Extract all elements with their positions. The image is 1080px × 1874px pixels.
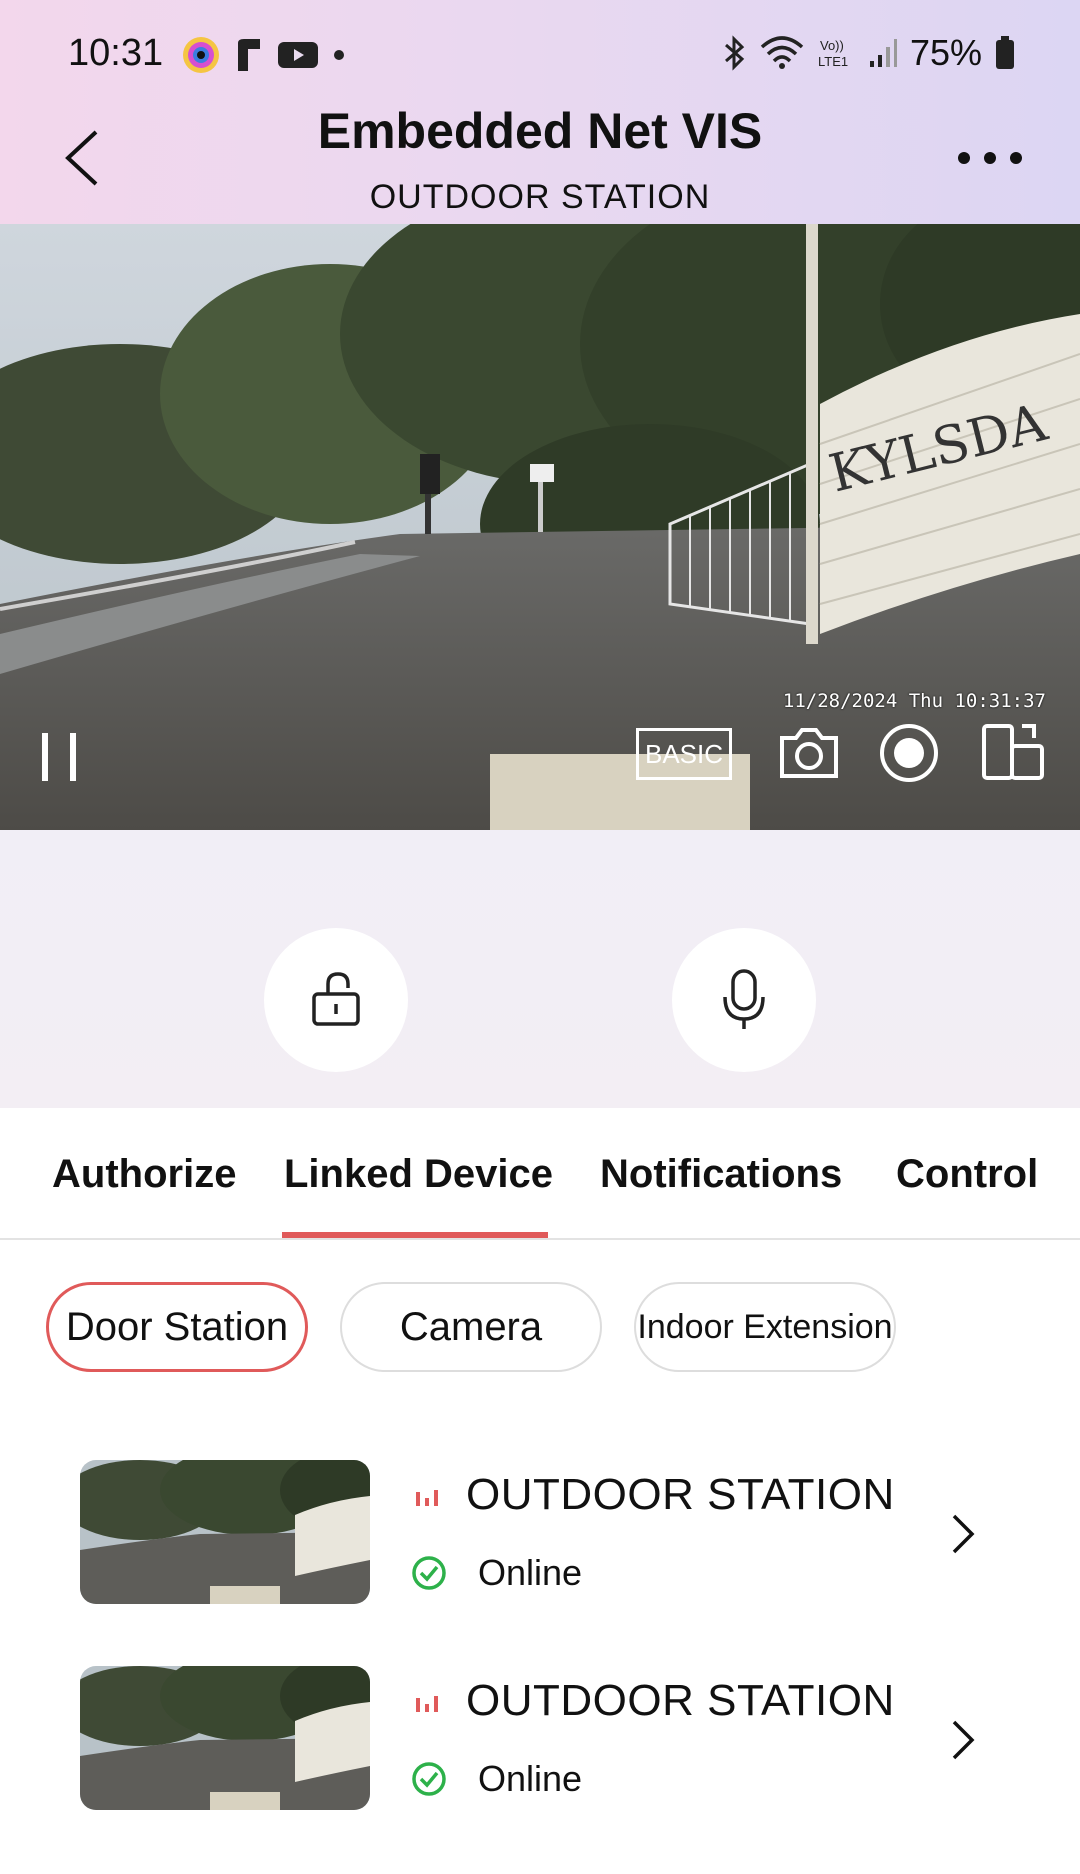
more-dots-icon (958, 152, 1022, 164)
page-title: Embedded Net VIS (317, 103, 763, 159)
status-system-icons: Vo)) LTE1 75% (722, 32, 1016, 74)
live-video-view[interactable]: KYLSDA 11/28/2024 Thu 10:31:37 BASIC (0, 224, 1080, 830)
filter-indoor-extension[interactable]: Indoor Extension (634, 1282, 896, 1372)
record-icon (880, 724, 938, 782)
tab-linked-device[interactable]: Linked Device (284, 1152, 553, 1197)
record-button[interactable] (878, 722, 940, 789)
active-tab-indicator (282, 1232, 548, 1238)
device-thumbnail (80, 1666, 370, 1810)
device-status: Online (478, 1758, 583, 1799)
more-options-button[interactable] (950, 140, 1030, 176)
device-status: Online (478, 1552, 583, 1593)
status-time: 10:31 (68, 32, 164, 74)
bluetooth-icon (724, 35, 745, 71)
microphone-icon (723, 969, 765, 1029)
camera-icon (780, 728, 838, 778)
fullscreen-button[interactable] (978, 720, 1048, 789)
signal-strength-icon (416, 1696, 438, 1712)
list-item[interactable]: OUTDOOR STATION Online (0, 1460, 1080, 1620)
signal-strength-icon (416, 1490, 438, 1506)
battery-percent: 75% (909, 32, 982, 73)
youtube-icon (278, 42, 318, 68)
tab-control[interactable]: Control (896, 1152, 1038, 1197)
wifi-icon (760, 36, 804, 69)
talk-button[interactable] (672, 928, 816, 1072)
svg-text:Vo)): Vo)) (820, 38, 844, 53)
online-check-icon (412, 1762, 446, 1796)
device-name: OUTDOOR STATION (466, 1470, 895, 1519)
chevron-right-icon (952, 1514, 975, 1554)
tab-authorize[interactable]: Authorize (52, 1152, 236, 1197)
app-header: 10:31 Vo)) LTE1 75% Embedded Net VIS OUT… (0, 0, 1080, 224)
battery-icon (996, 36, 1014, 69)
device-thumbnail (80, 1460, 370, 1604)
snapshot-button[interactable] (776, 724, 842, 787)
r-app-icon (238, 39, 260, 71)
status-notification-icons (182, 36, 346, 74)
dot-icon (334, 50, 344, 60)
call-actions (0, 830, 1080, 1108)
page-subtitle: OUTDOOR STATION (369, 178, 711, 216)
video-timestamp: 11/28/2024 Thu 10:31:37 (782, 690, 1046, 712)
unlock-button[interactable] (264, 928, 408, 1072)
tab-notifications[interactable]: Notifications (600, 1152, 842, 1197)
filter-door-station[interactable]: Door Station (46, 1282, 308, 1372)
pause-button[interactable] (38, 729, 82, 790)
unlock-icon (312, 972, 360, 1026)
list-item[interactable]: OUTDOOR STATION Online (0, 1666, 1080, 1826)
signal-icon (869, 39, 897, 67)
device-name: OUTDOOR STATION (466, 1676, 895, 1725)
tab-bar: Authorize Linked Device Notifications Co… (0, 1108, 1080, 1240)
svg-text:LTE1: LTE1 (818, 54, 848, 69)
quality-button[interactable]: BASIC (636, 728, 732, 780)
volte-icon: Vo)) LTE1 (818, 38, 848, 69)
rotate-screen-icon (982, 724, 1044, 780)
pause-icon (42, 733, 76, 781)
camera-app-icon (183, 37, 219, 73)
filter-camera[interactable]: Camera (340, 1282, 602, 1372)
chevron-right-icon (952, 1720, 975, 1760)
online-check-icon (412, 1556, 446, 1590)
